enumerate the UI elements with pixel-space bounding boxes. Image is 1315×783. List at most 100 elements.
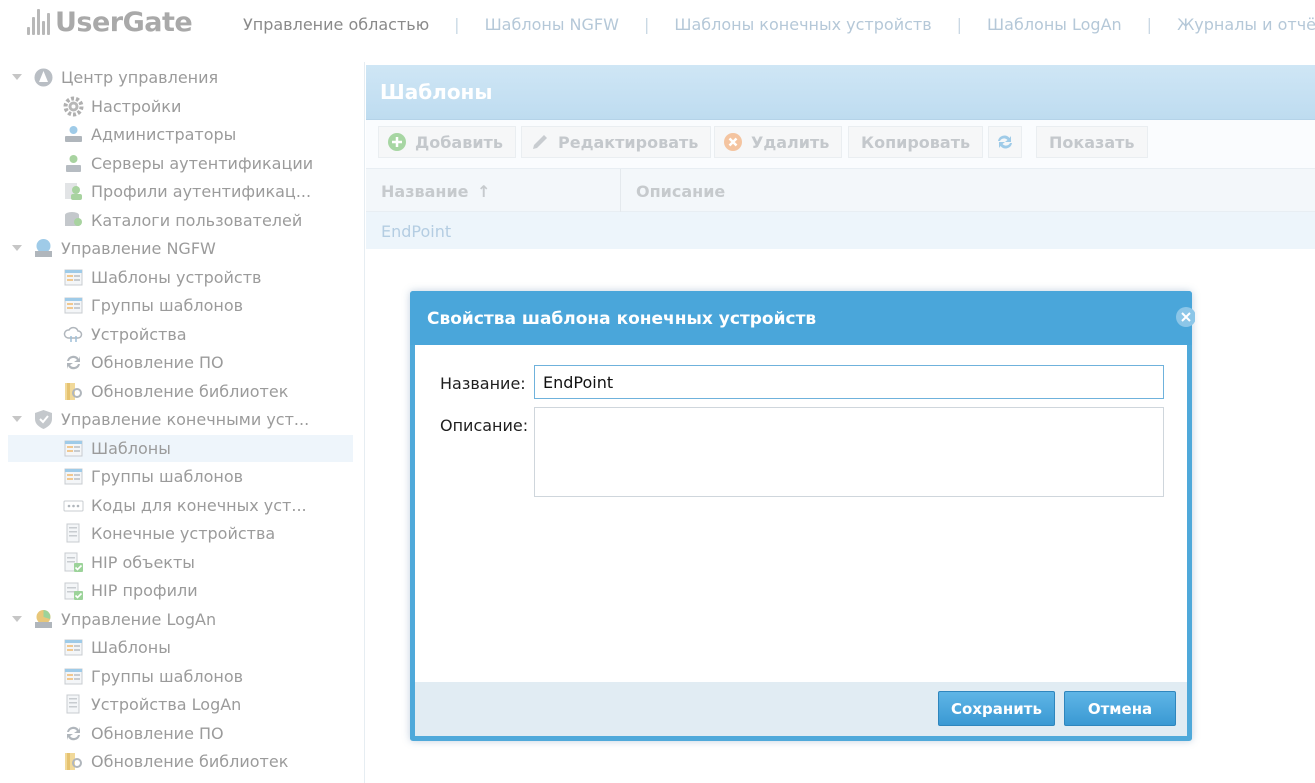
refresh-button[interactable] bbox=[988, 126, 1022, 158]
nav-separator: | bbox=[454, 15, 460, 34]
table-cell-name: EndPoint bbox=[381, 222, 452, 241]
add-button[interactable]: Добавить bbox=[378, 126, 516, 158]
sidebar-item-administrators[interactable]: Администраторы bbox=[8, 121, 353, 148]
nav-domain-management[interactable]: Управление областью bbox=[243, 15, 429, 34]
sidebar-item-hip-objects[interactable]: HIP объекты bbox=[8, 549, 353, 576]
sidebar-tree: Центр управления Настройки Администратор… bbox=[0, 62, 365, 783]
auth-server-icon bbox=[66, 155, 81, 172]
close-icon[interactable] bbox=[1175, 306, 1195, 328]
sidebar-item-devices[interactable]: Устройства bbox=[8, 321, 353, 348]
tree-group-endpoint-management[interactable]: Управление конечными уст... bbox=[8, 406, 353, 433]
nav-logs-reports[interactable]: Журналы и отчёты bbox=[1177, 15, 1315, 34]
sidebar-item-label: Группы шаблонов bbox=[91, 467, 244, 486]
copy-button[interactable]: Копировать bbox=[848, 126, 984, 158]
hip-object-icon bbox=[64, 552, 83, 572]
sidebar-item-auth-profiles[interactable]: Профили аутентификац... bbox=[8, 178, 353, 205]
collapse-caret-icon[interactable] bbox=[12, 416, 22, 422]
edit-button[interactable]: Редактировать bbox=[521, 126, 712, 158]
sidebar-item-hip-profiles[interactable]: HIP профили bbox=[8, 577, 353, 604]
sidebar-item-software-update[interactable]: Обновление ПО bbox=[8, 349, 353, 376]
collapse-caret-icon[interactable] bbox=[12, 616, 22, 622]
cancel-button[interactable]: Отмена bbox=[1064, 691, 1176, 726]
gear-icon bbox=[63, 96, 84, 117]
sidebar-item-endpoint-devices[interactable]: Конечные устройства bbox=[8, 520, 353, 547]
sidebar-item-logan-template-groups[interactable]: Группы шаблонов bbox=[8, 663, 353, 690]
column-header-name[interactable]: Название ↑ bbox=[381, 182, 491, 201]
column-header-description[interactable]: Описание bbox=[636, 182, 725, 201]
toolbar: Добавить Редактировать Удалить Копироват… bbox=[366, 120, 1315, 168]
tree-group-ngfw[interactable]: Управление NGFW bbox=[8, 235, 353, 262]
template-group-icon bbox=[64, 297, 83, 314]
sidebar-item-logan-software-update[interactable]: Обновление ПО bbox=[8, 720, 353, 747]
dialog-footer: Сохранить Отмена bbox=[415, 682, 1187, 736]
nav-separator: | bbox=[1146, 15, 1153, 34]
name-input[interactable] bbox=[534, 365, 1164, 399]
delete-button[interactable]: Удалить bbox=[714, 126, 843, 158]
sidebar-item-label: Настройки bbox=[91, 97, 182, 116]
sidebar-item-user-catalogs[interactable]: Каталоги пользователей bbox=[8, 207, 353, 234]
refresh-icon bbox=[67, 726, 80, 741]
sidebar-item-label: HIP профили bbox=[91, 581, 198, 600]
nav-logan-templates[interactable]: Шаблоны LogAn bbox=[987, 15, 1122, 34]
sidebar-item-device-templates[interactable]: Шаблоны устройств bbox=[8, 264, 353, 291]
sidebar-item-endpoint-template-groups[interactable]: Группы шаблонов bbox=[8, 463, 353, 490]
sidebar-item-label: Группы шаблонов bbox=[91, 667, 244, 686]
sidebar-item-label: Обновление библиотек bbox=[91, 382, 289, 401]
top-navigation: Управление областью | Шаблоны NGFW | Шаб… bbox=[243, 15, 1315, 34]
sidebar-item-label: Устройства bbox=[91, 325, 187, 344]
sidebar-item-label: Каталоги пользователей bbox=[91, 211, 303, 230]
save-button[interactable]: Сохранить bbox=[938, 691, 1055, 726]
nav-ngfw-templates[interactable]: Шаблоны NGFW bbox=[485, 15, 619, 34]
logo-text: UserGate bbox=[55, 6, 193, 38]
column-divider[interactable] bbox=[620, 169, 621, 213]
sidebar-item-label: Шаблоны bbox=[91, 439, 171, 458]
dialog-body: Название: Описание: bbox=[415, 345, 1187, 682]
sidebar-item-library-update[interactable]: Обновление библиотек bbox=[8, 378, 353, 405]
template-group-icon bbox=[64, 468, 83, 485]
sidebar-item-logan-templates[interactable]: Шаблоны bbox=[8, 634, 353, 661]
tree-group-control-center[interactable]: Центр управления bbox=[8, 64, 353, 91]
description-textarea[interactable] bbox=[534, 407, 1164, 497]
table-row[interactable]: EndPoint bbox=[366, 212, 1315, 249]
top-bar: UserGate Управление областью | Шаблоны N… bbox=[0, 0, 1315, 52]
template-properties-dialog: Свойства шаблона конечных устройств Назв… bbox=[410, 291, 1195, 741]
sort-ascending-icon: ↑ bbox=[477, 182, 491, 201]
sidebar-item-label: Группы шаблонов bbox=[91, 296, 244, 315]
sidebar-item-auth-servers[interactable]: Серверы аутентификации bbox=[8, 150, 353, 177]
nav-endpoint-templates[interactable]: Шаблоны конечных устройств bbox=[674, 15, 931, 34]
tree-group-label: Управление NGFW bbox=[61, 239, 216, 258]
plus-circle-icon bbox=[388, 133, 406, 151]
endpoint-shield-icon bbox=[35, 410, 52, 429]
sidebar-item-endpoint-codes[interactable]: Коды для конечных уст... bbox=[8, 492, 353, 519]
delete-circle-icon bbox=[724, 133, 742, 151]
show-button[interactable]: Показать bbox=[1036, 126, 1148, 158]
sidebar-item-label: Серверы аутентификации bbox=[91, 154, 314, 173]
sidebar-item-logan-devices[interactable]: Устройства LogAn bbox=[8, 691, 353, 718]
panel-header: Шаблоны bbox=[366, 65, 1315, 120]
sidebar-item-label: Профили аутентификац... bbox=[91, 182, 312, 201]
dialog-header[interactable]: Свойства шаблона конечных устройств bbox=[410, 291, 1195, 345]
refresh-icon bbox=[998, 135, 1012, 149]
template-icon bbox=[64, 440, 83, 457]
add-button-label: Добавить bbox=[415, 132, 503, 152]
sidebar-item-endpoint-templates[interactable]: Шаблоны bbox=[8, 435, 353, 462]
sidebar-item-template-groups[interactable]: Группы шаблонов bbox=[8, 292, 353, 319]
collapse-caret-icon[interactable] bbox=[12, 245, 22, 251]
tree-group-logan[interactable]: Управление LogAn bbox=[8, 606, 353, 633]
sidebar-item-label: Шаблоны bbox=[91, 638, 171, 657]
edit-button-label: Редактировать bbox=[558, 132, 699, 152]
show-button-label: Показать bbox=[1049, 132, 1135, 152]
sidebar-item-logan-library-update[interactable]: Обновление библиотек bbox=[8, 748, 353, 775]
template-group-icon bbox=[64, 668, 83, 685]
library-update-icon bbox=[65, 753, 83, 770]
refresh-icon bbox=[67, 355, 80, 370]
endpoint-device-icon bbox=[66, 694, 80, 714]
nav-separator: | bbox=[956, 15, 963, 34]
template-icon bbox=[64, 639, 83, 656]
usergate-logo: UserGate bbox=[25, 6, 193, 38]
name-label: Название: bbox=[440, 374, 526, 393]
tree-group-label: Управление конечными уст... bbox=[61, 410, 310, 429]
hip-profile-icon bbox=[64, 582, 83, 600]
sidebar-item-settings[interactable]: Настройки bbox=[8, 93, 353, 120]
collapse-caret-icon[interactable] bbox=[12, 74, 22, 80]
